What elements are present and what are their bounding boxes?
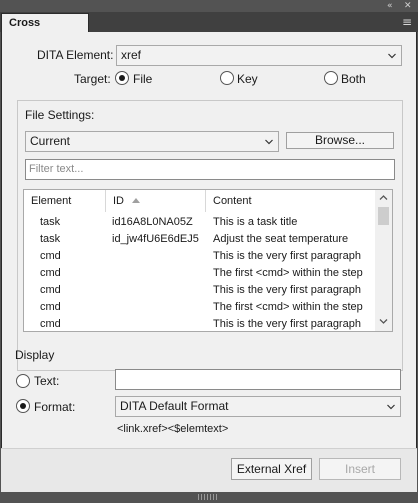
display-format-label[interactable]: Format: <box>34 400 75 414</box>
cell-id: id16A8L0NA05Z <box>112 216 193 228</box>
cell-element: cmd <box>40 318 61 330</box>
elements-table[interactable]: Element ID Content task id16A8L0NA05Z Th… <box>23 189 393 332</box>
scroll-down-icon[interactable] <box>379 317 388 326</box>
table-row[interactable]: cmd This is the very first paragraph <box>24 248 376 265</box>
table-row[interactable]: cmd This is the very first paragraph <box>24 282 376 299</box>
cell-element: cmd <box>40 267 61 279</box>
cell-element: task <box>40 233 61 245</box>
format-dropdown[interactable]: DITA Default Format <box>115 396 401 417</box>
cell-id: id_jw4fU6E6dEJ5 <box>112 233 199 245</box>
table-row[interactable]: task id16A8L0NA05Z This is a task title <box>24 214 376 231</box>
filter-text-input[interactable]: Filter text... <box>25 159 395 180</box>
target-key-radio[interactable] <box>220 71 234 85</box>
scrollbar-thumb[interactable] <box>378 207 389 225</box>
chevron-down-icon <box>387 404 395 410</box>
dita-element-label: DITA Element: <box>37 48 114 62</box>
filter-placeholder: Filter text... <box>29 163 84 175</box>
cell-content: Adjust the seat temperature <box>213 233 349 245</box>
cell-content: This is the very first paragraph <box>213 284 361 296</box>
target-label: Target: <box>74 72 111 86</box>
cell-content: This is the very first paragraph <box>213 250 361 262</box>
external-xref-button[interactable]: External Xref <box>231 458 312 480</box>
scroll-up-icon[interactable] <box>379 193 388 202</box>
cell-element: cmd <box>40 250 61 262</box>
chevron-down-icon <box>265 139 273 145</box>
tab-cross-reference[interactable]: Cross Reference <box>1 13 89 48</box>
dita-element-value: xref <box>121 48 142 62</box>
target-file-radio[interactable] <box>115 71 129 85</box>
display-text-label[interactable]: Text: <box>34 374 59 388</box>
collapse-icon[interactable]: « <box>387 0 393 12</box>
cell-content: This is a task title <box>213 216 298 228</box>
format-value: DITA Default Format <box>120 399 229 413</box>
table-scrollbar[interactable] <box>375 190 392 331</box>
panel-title-bar: « ✕ <box>0 0 418 12</box>
target-both-radio[interactable] <box>324 71 338 85</box>
cell-element: task <box>40 216 61 228</box>
sort-ascending-icon <box>132 197 140 203</box>
file-settings-label: File Settings: <box>25 108 95 122</box>
cell-content: This is the very first paragraph <box>213 318 361 330</box>
column-header-content[interactable]: Content <box>206 190 376 212</box>
chevron-down-icon <box>388 53 396 59</box>
target-key-label[interactable]: Key <box>237 72 258 86</box>
column-header-id[interactable]: ID <box>106 190 206 212</box>
cell-element: cmd <box>40 284 61 296</box>
table-row[interactable]: task id_jw4fU6E6dEJ5 Adjust the seat tem… <box>24 231 376 248</box>
file-source-dropdown[interactable]: Current <box>25 131 279 152</box>
close-icon[interactable]: ✕ <box>404 0 412 12</box>
display-text-radio[interactable] <box>16 374 30 388</box>
insert-button[interactable]: Insert <box>319 458 401 480</box>
table-row[interactable]: cmd The first <cmd> within the step <box>24 265 376 282</box>
column-header-element[interactable]: Element <box>24 190 106 212</box>
cell-content: The first <cmd> within the step <box>213 301 363 313</box>
file-source-value: Current <box>30 134 71 148</box>
table-row[interactable]: cmd The first <cmd> within the step <box>24 299 376 316</box>
cell-content: The first <cmd> within the step <box>213 267 363 279</box>
dita-element-dropdown[interactable]: xref <box>116 45 402 66</box>
panel-menu-icon[interactable]: ≡ <box>402 15 412 29</box>
browse-button[interactable]: Browse... <box>286 132 394 149</box>
target-file-label[interactable]: File <box>133 72 152 86</box>
table-header: Element ID Content <box>24 190 376 212</box>
display-text-input[interactable] <box>115 369 401 390</box>
cell-element: cmd <box>40 301 61 313</box>
display-format-radio[interactable] <box>16 399 30 413</box>
resize-grip-icon[interactable] <box>198 494 218 500</box>
target-both-label[interactable]: Both <box>341 72 366 86</box>
table-row[interactable]: cmd This is the very first paragraph <box>24 316 376 331</box>
